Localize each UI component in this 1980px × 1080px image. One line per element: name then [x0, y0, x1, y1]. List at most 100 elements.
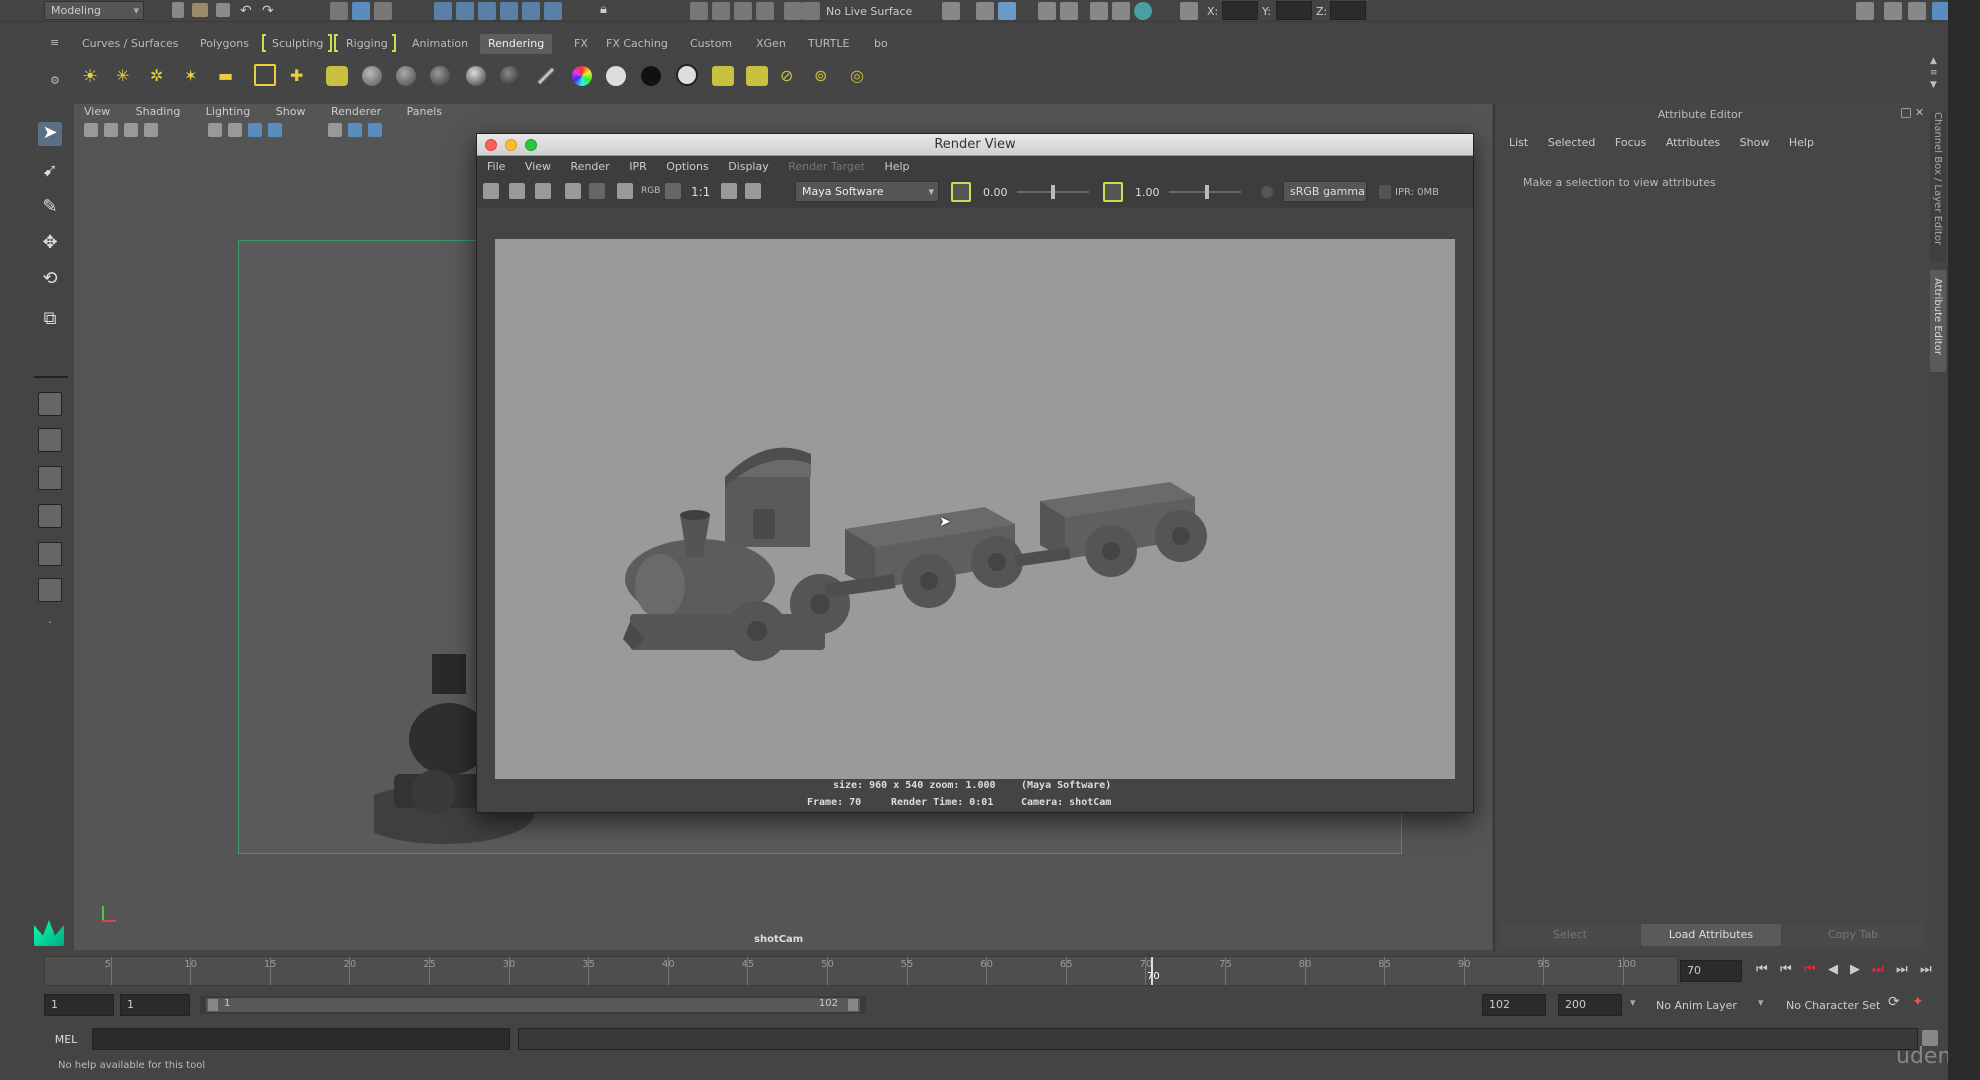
tab-sculpting[interactable]: Sculpting: [264, 34, 331, 54]
ipr-icon[interactable]: [565, 183, 581, 199]
y-field[interactable]: [1276, 1, 1312, 20]
sphere-white-icon[interactable]: [362, 66, 382, 86]
snap-curve-icon[interactable]: [456, 2, 474, 20]
time-slider[interactable]: 5 10 15 20 25 30 35 40 45 50 55 60 65 70 75 80 85 90 95 100…: [44, 956, 1678, 986]
textured-icon[interactable]: [368, 123, 382, 137]
anim-end-field[interactable]: 200: [1558, 994, 1622, 1016]
black-sphere-icon[interactable]: [641, 66, 661, 86]
render-setup-icon[interactable]: [1090, 2, 1108, 20]
colorspace-field[interactable]: sRGB gamma: [1283, 181, 1367, 202]
shelf-menu-icon[interactable]: ≡: [50, 36, 62, 54]
rv-menu-display[interactable]: Display: [728, 160, 769, 173]
shelf-scroll-menu-icon[interactable]: ≡: [1930, 68, 1940, 78]
layout-icon[interactable]: [1908, 2, 1926, 20]
two-view-icon[interactable]: [38, 466, 62, 490]
current-frame-field[interactable]: 70: [1680, 960, 1742, 982]
new-scene-icon[interactable]: [172, 2, 184, 18]
snap-point-icon[interactable]: [478, 2, 496, 20]
go-to-end-icon[interactable]: ⏭: [1920, 962, 1938, 980]
shelf-scroll-up-icon[interactable]: ▲: [1930, 56, 1940, 66]
side-tab-attribute-editor[interactable]: Attribute Editor: [1930, 270, 1946, 372]
ae-menu-attributes[interactable]: Attributes: [1666, 136, 1720, 149]
end-time-field[interactable]: 102: [1482, 994, 1546, 1016]
menu-panels[interactable]: Panels: [407, 105, 442, 118]
load-attributes-button[interactable]: Load Attributes: [1641, 924, 1781, 946]
wireframe-icon[interactable]: [328, 123, 342, 137]
sphere-shiny-icon[interactable]: [466, 66, 486, 86]
ambient-light-icon[interactable]: [254, 64, 276, 86]
rv-menu-view[interactable]: View: [525, 160, 551, 173]
live-surface-icon[interactable]: [802, 2, 820, 20]
camera-icon[interactable]: ✚: [290, 66, 310, 86]
construction-icon[interactable]: [712, 2, 730, 20]
undo-icon[interactable]: ↶: [240, 3, 258, 21]
char-set-chevron-icon[interactable]: ▾: [1758, 996, 1770, 1014]
gamma-slider[interactable]: [1169, 185, 1241, 199]
white-sphere-icon[interactable]: [606, 66, 626, 86]
volume-light-icon[interactable]: ▬: [218, 66, 238, 86]
transform-field-icon[interactable]: [1180, 2, 1198, 20]
play-forward-icon[interactable]: ▶: [1850, 962, 1868, 980]
image-plane-icon[interactable]: [144, 123, 158, 137]
shelf-settings-icon[interactable]: ⚙: [50, 74, 62, 92]
tab-polygons[interactable]: Polygons: [192, 34, 257, 54]
gamma-slider-handle[interactable]: [1205, 185, 1209, 199]
globe-icon[interactable]: [1134, 2, 1152, 20]
exposure-reset-icon[interactable]: [951, 182, 971, 202]
bookmark-icon[interactable]: [124, 123, 138, 137]
ae-menu-list[interactable]: List: [1509, 136, 1528, 149]
snap-plane-icon[interactable]: [500, 2, 518, 20]
render-layer-icon[interactable]: ⊚: [814, 66, 836, 86]
sphere-dark-icon[interactable]: [430, 66, 450, 86]
snap-view-icon[interactable]: [544, 2, 562, 20]
ipr-render-icon[interactable]: [976, 2, 994, 20]
toolbox-more-icon[interactable]: ·: [38, 616, 62, 630]
tab-animation[interactable]: Animation: [404, 34, 476, 54]
command-input[interactable]: [92, 1028, 510, 1050]
move-tool-icon[interactable]: ✥: [38, 232, 62, 256]
render-pass-icon[interactable]: ⊘: [780, 66, 802, 86]
step-forward-key-icon[interactable]: ⏭: [1896, 962, 1914, 980]
tab-rendering[interactable]: Rendering: [480, 34, 553, 54]
z-field[interactable]: [1330, 1, 1366, 20]
select-tool-icon[interactable]: ➤: [38, 122, 62, 146]
snap-surface-icon[interactable]: [522, 2, 540, 20]
render-region-icon[interactable]: [509, 183, 525, 199]
rv-menu-render[interactable]: Render: [571, 160, 610, 173]
render-sequence-icon[interactable]: [712, 66, 734, 86]
camera-attr-icon[interactable]: [104, 123, 118, 137]
ratio-button[interactable]: 1:1: [691, 185, 710, 199]
gate-mask-icon[interactable]: [268, 123, 282, 137]
rotate-tool-icon[interactable]: ⟲: [38, 268, 62, 292]
rv-menu-help[interactable]: Help: [884, 160, 909, 173]
range-slider[interactable]: 1 102: [200, 996, 866, 1014]
area-light-icon[interactable]: ✶: [184, 66, 204, 86]
tab-fx-caching[interactable]: FX Caching: [598, 34, 676, 54]
render-view-titlebar[interactable]: Render View: [477, 134, 1473, 156]
shelf-scroll-down-icon[interactable]: ▼: [1930, 80, 1940, 90]
menu-view[interactable]: View: [84, 105, 110, 118]
sphere-metal-icon[interactable]: [500, 66, 520, 86]
open-scene-icon[interactable]: [192, 3, 208, 17]
hypershade-icon[interactable]: [1038, 2, 1056, 20]
side-tab-channel-box[interactable]: Channel Box / Layer Editor: [1930, 112, 1946, 262]
redo-icon[interactable]: ↷: [262, 3, 280, 21]
grid-toggle-icon[interactable]: [208, 123, 222, 137]
snapshot-icon[interactable]: [535, 183, 551, 199]
render-current-icon[interactable]: [942, 2, 960, 20]
smooth-shade-icon[interactable]: [348, 123, 362, 137]
save-scene-icon[interactable]: [216, 3, 230, 17]
command-lang[interactable]: MEL: [44, 1030, 88, 1050]
film-gate-icon[interactable]: [228, 123, 242, 137]
tab-turtle[interactable]: TURTLE: [800, 34, 857, 54]
close-panel-icon[interactable]: ✕: [1915, 106, 1927, 119]
alpha-channel-icon[interactable]: [665, 183, 681, 199]
color-wheel-icon[interactable]: [572, 66, 592, 86]
tab-fx[interactable]: FX: [566, 34, 596, 54]
ae-menu-show[interactable]: Show: [1740, 136, 1770, 149]
ae-menu-focus[interactable]: Focus: [1615, 136, 1646, 149]
color-management-icon[interactable]: [1261, 186, 1273, 198]
tab-curves-surfaces[interactable]: Curves / Surfaces: [74, 34, 187, 54]
float-panel-icon[interactable]: [1901, 108, 1911, 118]
paint-tool-icon[interactable]: ✎: [38, 196, 62, 220]
